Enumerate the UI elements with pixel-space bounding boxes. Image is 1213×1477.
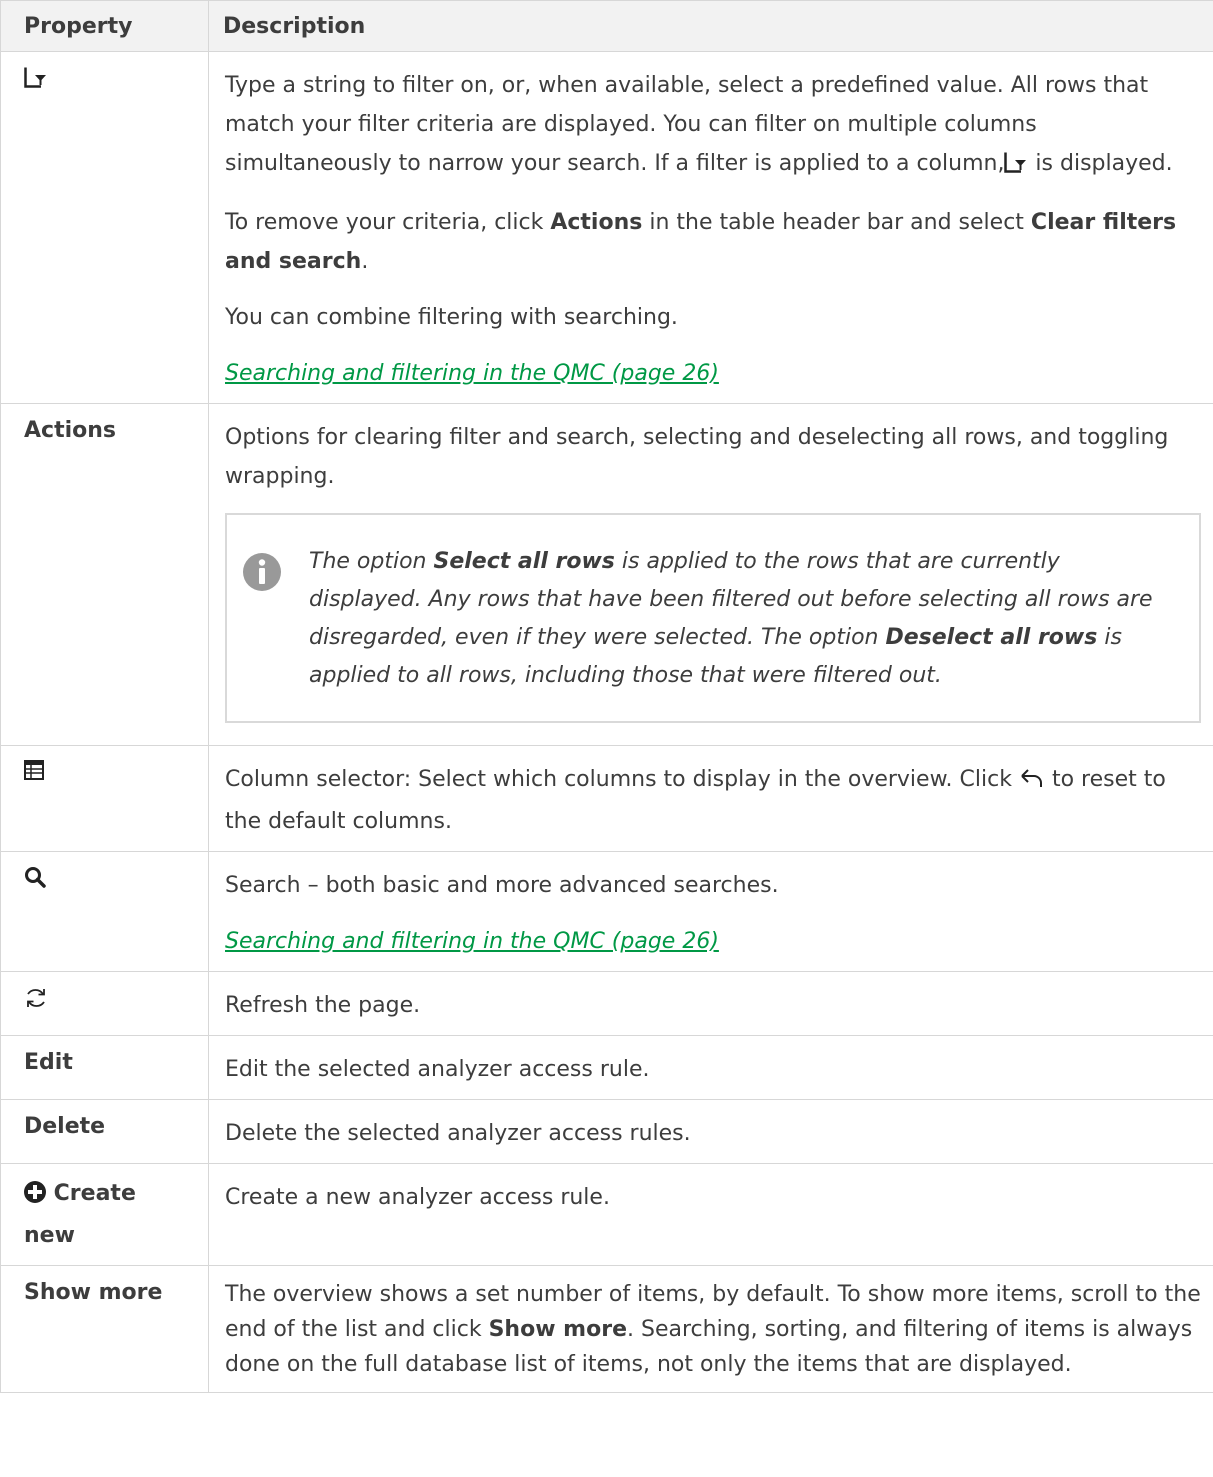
table-row: Type a string to filter on, or, when ava… [0, 51, 1213, 404]
description-cell: The overview shows a set number of items… [208, 1265, 1213, 1393]
description-cell: Options for clearing filter and search, … [208, 403, 1213, 746]
paragraph: You can combine filtering with searching… [225, 305, 678, 330]
paragraph: To remove your criteria, click Actions i… [225, 210, 1177, 274]
search-icon [24, 866, 194, 888]
table-row: Delete Delete the selected analyzer acce… [0, 1099, 1213, 1164]
table-row: Search – both basic and more advanced se… [0, 851, 1213, 972]
property-cell [0, 971, 209, 1036]
description-cell: Create a new analyzer access rule. [208, 1163, 1213, 1266]
searching-filtering-link[interactable]: Searching and filtering in the QMC (page… [225, 361, 719, 386]
table-header-row: Property Description [0, 0, 1213, 52]
filter-icon [1004, 147, 1028, 186]
table-row: Refresh the page. [0, 971, 1213, 1036]
description-column-header: Description [208, 0, 1213, 52]
properties-table: Property Description Type a string to fi… [0, 0, 1213, 1393]
paragraph: Options for clearing filter and search, … [225, 425, 1169, 489]
paragraph: Column selector: Select which columns to… [225, 760, 1201, 841]
table-row: Create new Create a new analyzer access … [0, 1163, 1213, 1266]
description-cell: Edit the selected analyzer access rule. [208, 1035, 1213, 1100]
info-icon [243, 553, 309, 604]
plus-circle-icon [24, 1177, 46, 1216]
searching-filtering-link[interactable]: Searching and filtering in the QMC (page… [225, 929, 719, 954]
paragraph: Type a string to filter on, or, when ava… [225, 66, 1201, 186]
table-icon [24, 760, 194, 780]
table-row: Actions Options for clearing filter and … [0, 403, 1213, 746]
table-row: Edit Edit the selected analyzer access r… [0, 1035, 1213, 1100]
description-cell: Refresh the page. [208, 971, 1213, 1036]
property-cell: Show more [0, 1265, 209, 1393]
info-note: The option Select all rows is applied to… [225, 513, 1201, 723]
refresh-icon [24, 986, 194, 1010]
description-cell: Delete the selected analyzer access rule… [208, 1099, 1213, 1164]
property-cell: Edit [0, 1035, 209, 1100]
property-cell [0, 745, 209, 852]
note-text: The option Select all rows is applied to… [309, 549, 1153, 688]
table-row: Show more The overview shows a set numbe… [0, 1265, 1213, 1393]
property-cell [0, 851, 209, 972]
property-cell: Create new [0, 1163, 209, 1266]
description-cell: Search – both basic and more advanced se… [208, 851, 1213, 972]
property-cell [0, 51, 209, 404]
description-cell: Type a string to filter on, or, when ava… [208, 51, 1213, 404]
filter-icon [24, 66, 194, 88]
paragraph: Search – both basic and more advanced se… [225, 873, 779, 898]
table-row: Column selector: Select which columns to… [0, 745, 1213, 852]
undo-icon [1019, 763, 1045, 802]
property-column-header: Property [0, 0, 209, 52]
property-cell: Actions [0, 403, 209, 746]
description-cell: Column selector: Select which columns to… [208, 745, 1213, 852]
property-cell: Delete [0, 1099, 209, 1164]
